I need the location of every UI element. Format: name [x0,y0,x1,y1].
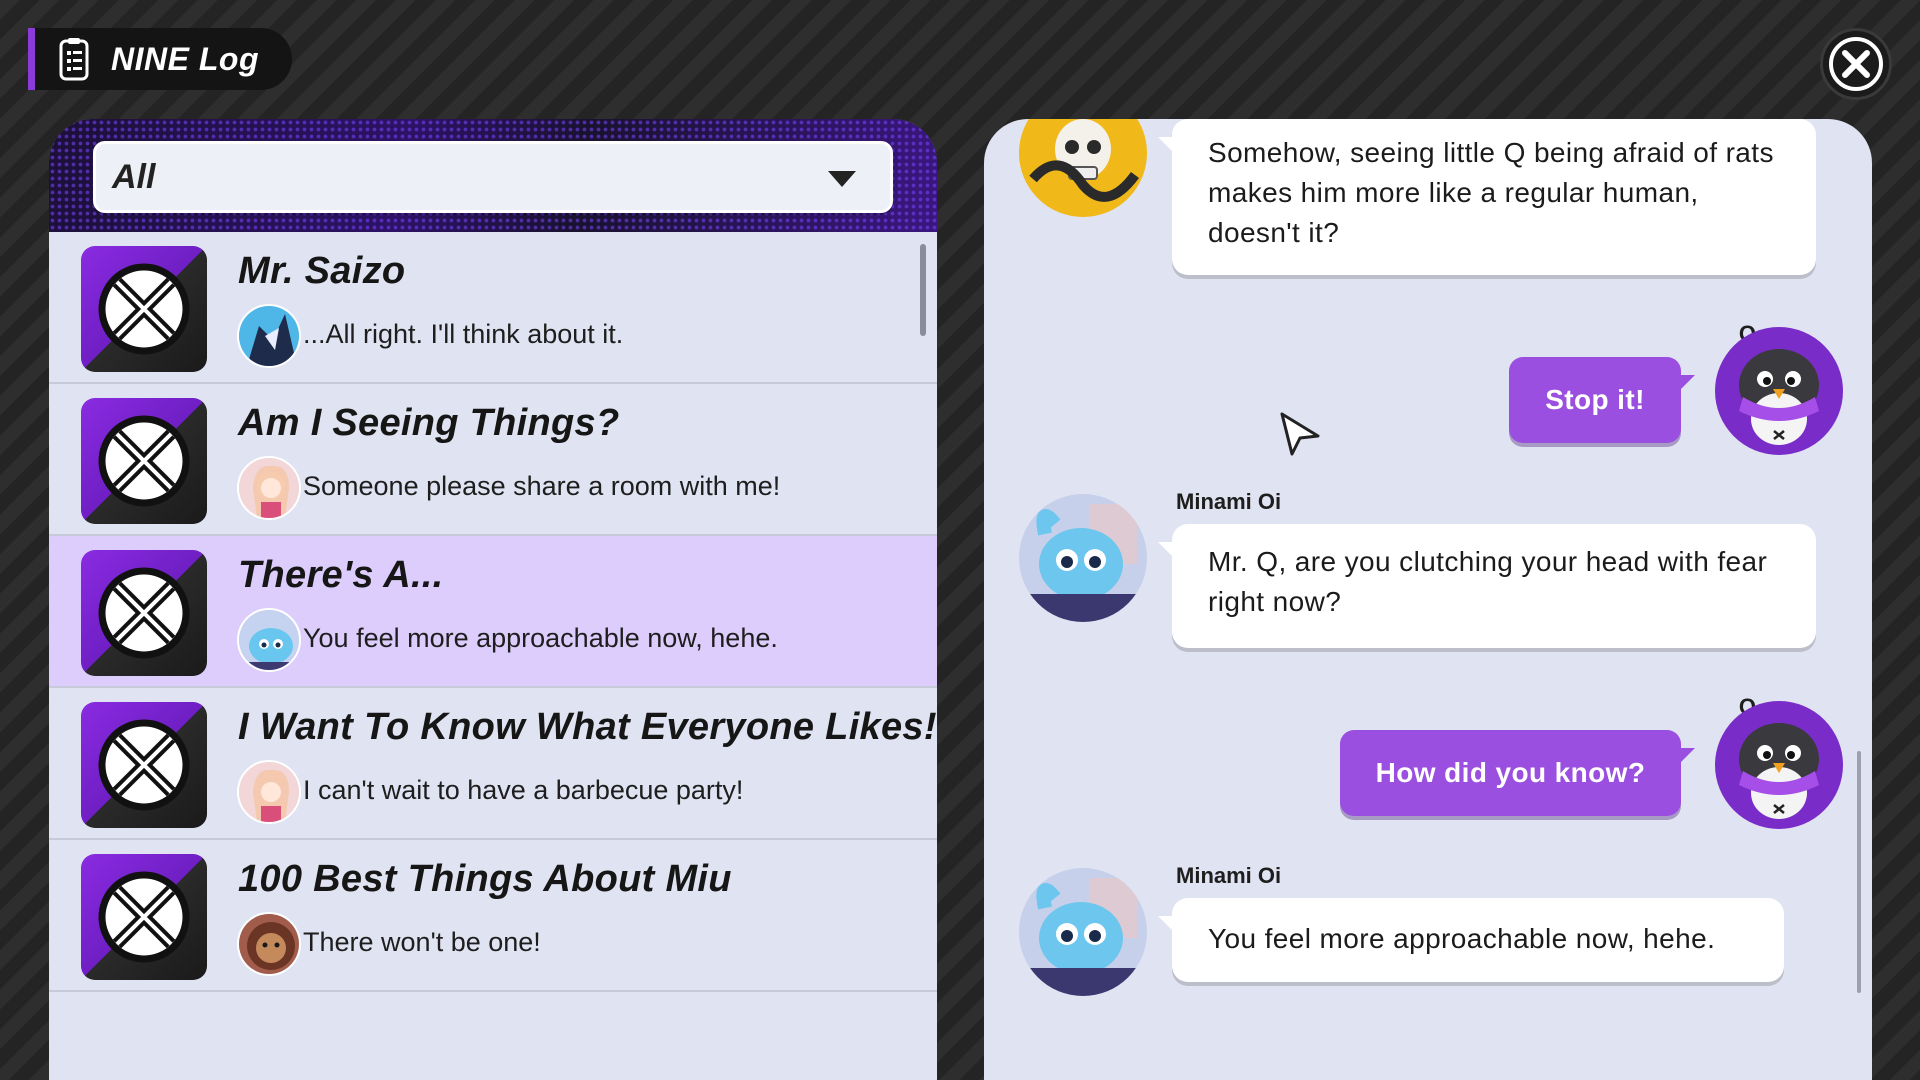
avatar [1715,327,1843,455]
chevron-down-icon [828,171,856,187]
avatar [237,304,301,368]
thread-item[interactable]: I Want To Know What Everyone Likes! I ca… [49,688,937,840]
thread-preview: There won't be one! [303,927,541,957]
message-speaker: Minami Oi [1176,863,1282,888]
x-crossed-circle-icon [81,246,207,372]
conversation-scrollbar[interactable] [1857,751,1861,993]
thread-title: Am I Seeing Things? [238,402,620,444]
message-bubble: Somehow, seeing little Q being afraid of… [1158,119,1816,275]
thread-list-panel: All Mr. Saizo ...All right. I'll think a… [49,119,937,1080]
thread-item[interactable]: Am I Seeing Things? Someone please share… [49,384,937,536]
message-bubble: You feel more approachable now, hehe. [1158,898,1784,982]
message-bubble: Mr. Q, are you clutching your head with … [1158,524,1816,648]
thread-item[interactable]: Mr. Saizo ...All right. I'll think about… [49,232,937,384]
x-crossed-circle-icon [81,854,207,980]
thread-preview: You feel more approachable now, hehe. [303,623,778,653]
avatar [1019,868,1147,996]
x-crossed-circle-icon [81,702,207,828]
mouse-cursor-icon [1280,412,1320,456]
avatar [1715,701,1843,829]
conversation-panel: Somehow, seeing little Q being afraid of… [984,119,1872,1080]
avatar [1019,119,1147,217]
filter-dropdown[interactable]: All [93,141,893,213]
filter-selected-value: All [112,157,156,196]
close-button[interactable] [1820,28,1892,100]
thread-title: I Want To Know What Everyone Likes! [238,706,937,748]
filter-header: All [49,119,937,232]
avatar [237,608,301,672]
thread-list-scrollbar[interactable] [920,244,926,336]
page-title: NINE Log [111,40,259,77]
thread-title: 100 Best Things About Miu [238,858,732,900]
thread-list: Mr. Saizo ...All right. I'll think about… [49,232,937,992]
message-bubble-self: How did you know? [1340,730,1695,816]
x-crossed-circle-icon [81,398,207,524]
thread-preview: I can't wait to have a barbecue party! [303,775,744,805]
thread-preview: Someone please share a room with me! [303,471,781,501]
close-icon [1829,37,1883,91]
thread-preview: ...All right. I'll think about it. [303,319,624,349]
avatar [1019,494,1147,622]
notepad-icon [59,38,89,81]
x-crossed-circle-icon [81,550,207,676]
thread-item-selected[interactable]: There's A... You feel more approachable … [49,536,937,688]
thread-item[interactable]: 100 Best Things About Miu There won't be… [49,840,937,992]
message-bubble-self: Stop it! [1509,357,1695,443]
thread-title: Mr. Saizo [238,250,406,292]
avatar [237,760,301,824]
avatar [237,456,301,520]
avatar [237,912,301,976]
log-title-bar: NINE Log [28,28,292,90]
thread-title: There's A... [238,554,444,596]
message-speaker: Minami Oi [1176,489,1282,514]
